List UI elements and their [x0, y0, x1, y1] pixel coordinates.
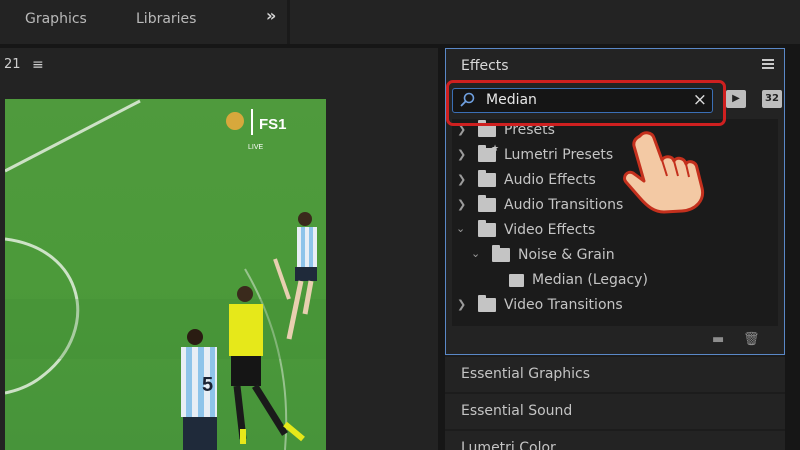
chevron-right-icon[interactable]: ❯ [457, 198, 466, 211]
tree-item-audio-effects[interactable]: ❯ Audio Effects [452, 170, 778, 192]
tree-item-label: Video Effects [504, 222, 596, 238]
search-highlight-annotation [446, 80, 726, 126]
new-bin-icon[interactable]: ▬ [712, 332, 724, 347]
player-number: 5 [202, 374, 213, 396]
panel-title: Essential Graphics [461, 366, 591, 382]
more-workspaces-icon[interactable]: » [266, 6, 276, 25]
folder-icon [492, 245, 510, 262]
tree-item-label: Noise & Grain [518, 247, 615, 263]
pointing-hand-icon [623, 131, 705, 214]
tree-item-label: Median (Legacy) [532, 272, 648, 288]
chevron-right-icon[interactable]: ❯ [457, 173, 466, 186]
folder-star-icon: ★ [478, 144, 499, 162]
tree-item-label: Audio Transitions [504, 197, 624, 213]
folder-icon [478, 220, 496, 237]
essential-sound-panel[interactable]: Essential Sound [445, 394, 785, 429]
divider [438, 48, 445, 450]
panel-tab-bar: Graphics Libraries » [0, 0, 800, 44]
folder-icon [478, 295, 496, 312]
accelerated-effects-icon[interactable]: ▶ [726, 90, 746, 108]
timecode: 21 [4, 57, 21, 72]
panel-menu-icon[interactable] [762, 59, 774, 71]
tree-item-label: Video Transitions [504, 297, 623, 313]
hamburger-icon[interactable]: ≡ [32, 57, 44, 73]
panel-title: Essential Sound [461, 403, 573, 419]
trash-icon[interactable]: 🗑 [743, 332, 760, 347]
soccer-video-image: 5 FS1 LIVE [5, 99, 326, 450]
divider [287, 0, 290, 44]
effect-icon [509, 274, 524, 287]
folder-icon [478, 170, 496, 187]
tree-item-video-transitions[interactable]: ❯ Video Transitions [452, 295, 778, 317]
folder-icon [478, 195, 496, 212]
lumetri-color-panel[interactable]: Lumetri Color [445, 431, 785, 450]
tree-item-noise-grain[interactable]: ⌄ Noise & Grain [452, 245, 778, 267]
live-badge: LIVE [248, 144, 264, 151]
divider [785, 44, 800, 450]
tree-item-label: Lumetri Presets [504, 147, 614, 163]
program-monitor: 21 ≡ 5 FS1 LIVE [0, 48, 438, 450]
chevron-right-icon[interactable]: ❯ [457, 298, 466, 311]
tree-item-audio-transitions[interactable]: ❯ Audio Transitions [452, 195, 778, 217]
video-frame[interactable]: 5 FS1 LIVE [5, 99, 326, 450]
32-bit-icon[interactable]: 32 [762, 90, 782, 108]
tab-graphics[interactable]: Graphics [25, 11, 87, 27]
chevron-down-icon[interactable]: ⌄ [456, 222, 465, 235]
tree-item-video-effects[interactable]: ⌄ Video Effects [452, 220, 778, 242]
tree-item-lumetri-presets[interactable]: ❯ ★ Lumetri Presets [452, 144, 778, 167]
tab-libraries[interactable]: Libraries [136, 11, 196, 27]
panel-title: Lumetri Color [461, 440, 556, 450]
tree-item-median-legacy[interactable]: Median (Legacy) [452, 270, 778, 292]
broadcaster-logo: FS1 [259, 116, 287, 133]
panel-title: Effects [461, 58, 509, 74]
tree-item-label: Audio Effects [504, 172, 596, 188]
chevron-down-icon[interactable]: ⌄ [471, 247, 480, 260]
effects-tree: ❯ Presets ❯ ★ Lumetri Presets ❯ Audio Ef… [452, 119, 778, 326]
chevron-right-icon[interactable]: ❯ [457, 148, 466, 161]
essential-graphics-panel[interactable]: Essential Graphics [445, 357, 785, 392]
